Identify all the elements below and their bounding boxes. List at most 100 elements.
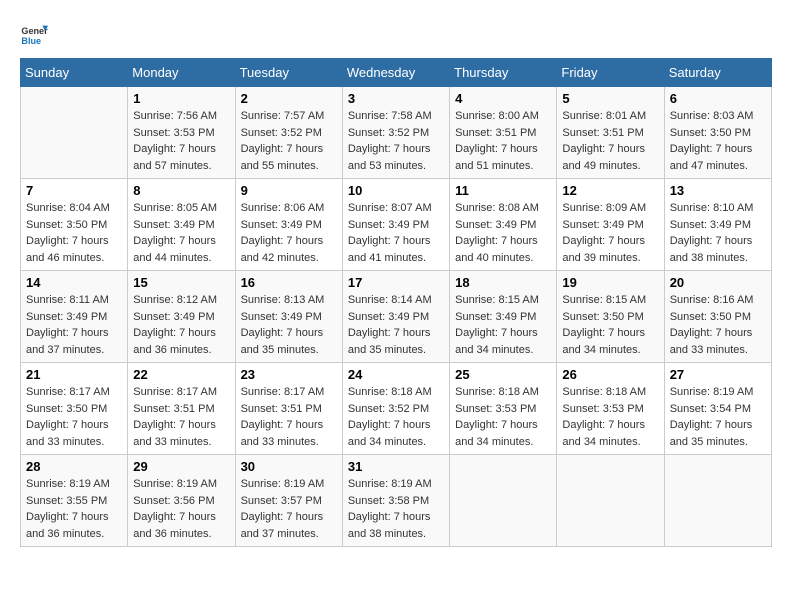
sunset-label: Sunset: 3:51 PM [241, 403, 322, 415]
day-number: 9 [241, 183, 337, 198]
sunrise-label: Sunrise: 8:16 AM [670, 294, 754, 306]
sunrise-label: Sunrise: 8:18 AM [562, 386, 646, 398]
calendar-cell: 5 Sunrise: 8:01 AM Sunset: 3:51 PM Dayli… [557, 87, 664, 179]
sunset-label: Sunset: 3:49 PM [133, 311, 214, 323]
day-number: 10 [348, 183, 444, 198]
calendar-cell: 11 Sunrise: 8:08 AM Sunset: 3:49 PM Dayl… [450, 179, 557, 271]
sunrise-label: Sunrise: 8:01 AM [562, 110, 646, 122]
week-row-5: 28 Sunrise: 8:19 AM Sunset: 3:55 PM Dayl… [21, 455, 772, 547]
sunrise-label: Sunrise: 8:05 AM [133, 202, 217, 214]
daylight-label: Daylight: 7 hours and 35 minutes. [670, 419, 753, 448]
day-info: Sunrise: 8:17 AM Sunset: 3:51 PM Dayligh… [133, 384, 229, 450]
sunrise-label: Sunrise: 8:17 AM [241, 386, 325, 398]
calendar-cell: 23 Sunrise: 8:17 AM Sunset: 3:51 PM Dayl… [235, 363, 342, 455]
sunset-label: Sunset: 3:49 PM [348, 219, 429, 231]
sunset-label: Sunset: 3:53 PM [133, 127, 214, 139]
daylight-label: Daylight: 7 hours and 41 minutes. [348, 235, 431, 264]
calendar-cell: 4 Sunrise: 8:00 AM Sunset: 3:51 PM Dayli… [450, 87, 557, 179]
day-number: 21 [26, 367, 122, 382]
day-number: 1 [133, 91, 229, 106]
day-header-monday: Monday [128, 59, 235, 87]
week-row-4: 21 Sunrise: 8:17 AM Sunset: 3:50 PM Dayl… [21, 363, 772, 455]
sunrise-label: Sunrise: 8:03 AM [670, 110, 754, 122]
day-info: Sunrise: 8:07 AM Sunset: 3:49 PM Dayligh… [348, 200, 444, 266]
calendar-table: SundayMondayTuesdayWednesdayThursdayFrid… [20, 58, 772, 547]
calendar-cell: 9 Sunrise: 8:06 AM Sunset: 3:49 PM Dayli… [235, 179, 342, 271]
week-row-2: 7 Sunrise: 8:04 AM Sunset: 3:50 PM Dayli… [21, 179, 772, 271]
day-info: Sunrise: 8:06 AM Sunset: 3:49 PM Dayligh… [241, 200, 337, 266]
sunset-label: Sunset: 3:49 PM [26, 311, 107, 323]
calendar-cell: 17 Sunrise: 8:14 AM Sunset: 3:49 PM Dayl… [342, 271, 449, 363]
sunset-label: Sunset: 3:52 PM [348, 127, 429, 139]
calendar-cell [450, 455, 557, 547]
sunrise-label: Sunrise: 8:19 AM [241, 478, 325, 490]
sunrise-label: Sunrise: 8:17 AM [133, 386, 217, 398]
day-number: 22 [133, 367, 229, 382]
day-info: Sunrise: 8:16 AM Sunset: 3:50 PM Dayligh… [670, 292, 766, 358]
day-number: 14 [26, 275, 122, 290]
day-info: Sunrise: 8:18 AM Sunset: 3:53 PM Dayligh… [455, 384, 551, 450]
calendar-cell: 2 Sunrise: 7:57 AM Sunset: 3:52 PM Dayli… [235, 87, 342, 179]
day-info: Sunrise: 8:12 AM Sunset: 3:49 PM Dayligh… [133, 292, 229, 358]
week-row-1: 1 Sunrise: 7:56 AM Sunset: 3:53 PM Dayli… [21, 87, 772, 179]
header-row: SundayMondayTuesdayWednesdayThursdayFrid… [21, 59, 772, 87]
sunrise-label: Sunrise: 8:19 AM [348, 478, 432, 490]
daylight-label: Daylight: 7 hours and 55 minutes. [241, 143, 324, 172]
sunrise-label: Sunrise: 8:15 AM [455, 294, 539, 306]
calendar-cell: 14 Sunrise: 8:11 AM Sunset: 3:49 PM Dayl… [21, 271, 128, 363]
svg-text:Blue: Blue [21, 36, 41, 46]
sunrise-label: Sunrise: 8:06 AM [241, 202, 325, 214]
sunset-label: Sunset: 3:50 PM [670, 311, 751, 323]
day-header-wednesday: Wednesday [342, 59, 449, 87]
sunset-label: Sunset: 3:50 PM [26, 219, 107, 231]
day-info: Sunrise: 8:17 AM Sunset: 3:51 PM Dayligh… [241, 384, 337, 450]
day-number: 13 [670, 183, 766, 198]
sunrise-label: Sunrise: 8:00 AM [455, 110, 539, 122]
day-number: 18 [455, 275, 551, 290]
daylight-label: Daylight: 7 hours and 42 minutes. [241, 235, 324, 264]
daylight-label: Daylight: 7 hours and 53 minutes. [348, 143, 431, 172]
daylight-label: Daylight: 7 hours and 36 minutes. [133, 327, 216, 356]
daylight-label: Daylight: 7 hours and 36 minutes. [133, 511, 216, 540]
calendar-cell: 26 Sunrise: 8:18 AM Sunset: 3:53 PM Dayl… [557, 363, 664, 455]
daylight-label: Daylight: 7 hours and 57 minutes. [133, 143, 216, 172]
day-number: 16 [241, 275, 337, 290]
daylight-label: Daylight: 7 hours and 37 minutes. [241, 511, 324, 540]
day-info: Sunrise: 8:15 AM Sunset: 3:50 PM Dayligh… [562, 292, 658, 358]
day-info: Sunrise: 8:19 AM Sunset: 3:58 PM Dayligh… [348, 476, 444, 542]
calendar-cell: 22 Sunrise: 8:17 AM Sunset: 3:51 PM Dayl… [128, 363, 235, 455]
day-info: Sunrise: 8:14 AM Sunset: 3:49 PM Dayligh… [348, 292, 444, 358]
day-info: Sunrise: 8:03 AM Sunset: 3:50 PM Dayligh… [670, 108, 766, 174]
daylight-label: Daylight: 7 hours and 40 minutes. [455, 235, 538, 264]
daylight-label: Daylight: 7 hours and 35 minutes. [241, 327, 324, 356]
day-number: 29 [133, 459, 229, 474]
day-number: 27 [670, 367, 766, 382]
sunset-label: Sunset: 3:54 PM [670, 403, 751, 415]
day-number: 26 [562, 367, 658, 382]
calendar-cell [664, 455, 771, 547]
day-number: 12 [562, 183, 658, 198]
day-number: 7 [26, 183, 122, 198]
calendar-cell: 20 Sunrise: 8:16 AM Sunset: 3:50 PM Dayl… [664, 271, 771, 363]
calendar-cell: 30 Sunrise: 8:19 AM Sunset: 3:57 PM Dayl… [235, 455, 342, 547]
logo: General Blue [20, 20, 48, 48]
sunrise-label: Sunrise: 8:19 AM [26, 478, 110, 490]
calendar-cell: 8 Sunrise: 8:05 AM Sunset: 3:49 PM Dayli… [128, 179, 235, 271]
day-number: 31 [348, 459, 444, 474]
sunset-label: Sunset: 3:57 PM [241, 495, 322, 507]
day-number: 17 [348, 275, 444, 290]
day-info: Sunrise: 7:58 AM Sunset: 3:52 PM Dayligh… [348, 108, 444, 174]
day-info: Sunrise: 8:09 AM Sunset: 3:49 PM Dayligh… [562, 200, 658, 266]
calendar-cell: 24 Sunrise: 8:18 AM Sunset: 3:52 PM Dayl… [342, 363, 449, 455]
day-info: Sunrise: 8:10 AM Sunset: 3:49 PM Dayligh… [670, 200, 766, 266]
daylight-label: Daylight: 7 hours and 39 minutes. [562, 235, 645, 264]
sunset-label: Sunset: 3:58 PM [348, 495, 429, 507]
day-number: 23 [241, 367, 337, 382]
calendar-cell: 7 Sunrise: 8:04 AM Sunset: 3:50 PM Dayli… [21, 179, 128, 271]
calendar-cell: 10 Sunrise: 8:07 AM Sunset: 3:49 PM Dayl… [342, 179, 449, 271]
sunrise-label: Sunrise: 8:18 AM [455, 386, 539, 398]
sunset-label: Sunset: 3:55 PM [26, 495, 107, 507]
day-info: Sunrise: 8:08 AM Sunset: 3:49 PM Dayligh… [455, 200, 551, 266]
sunset-label: Sunset: 3:49 PM [241, 219, 322, 231]
day-info: Sunrise: 8:18 AM Sunset: 3:53 PM Dayligh… [562, 384, 658, 450]
